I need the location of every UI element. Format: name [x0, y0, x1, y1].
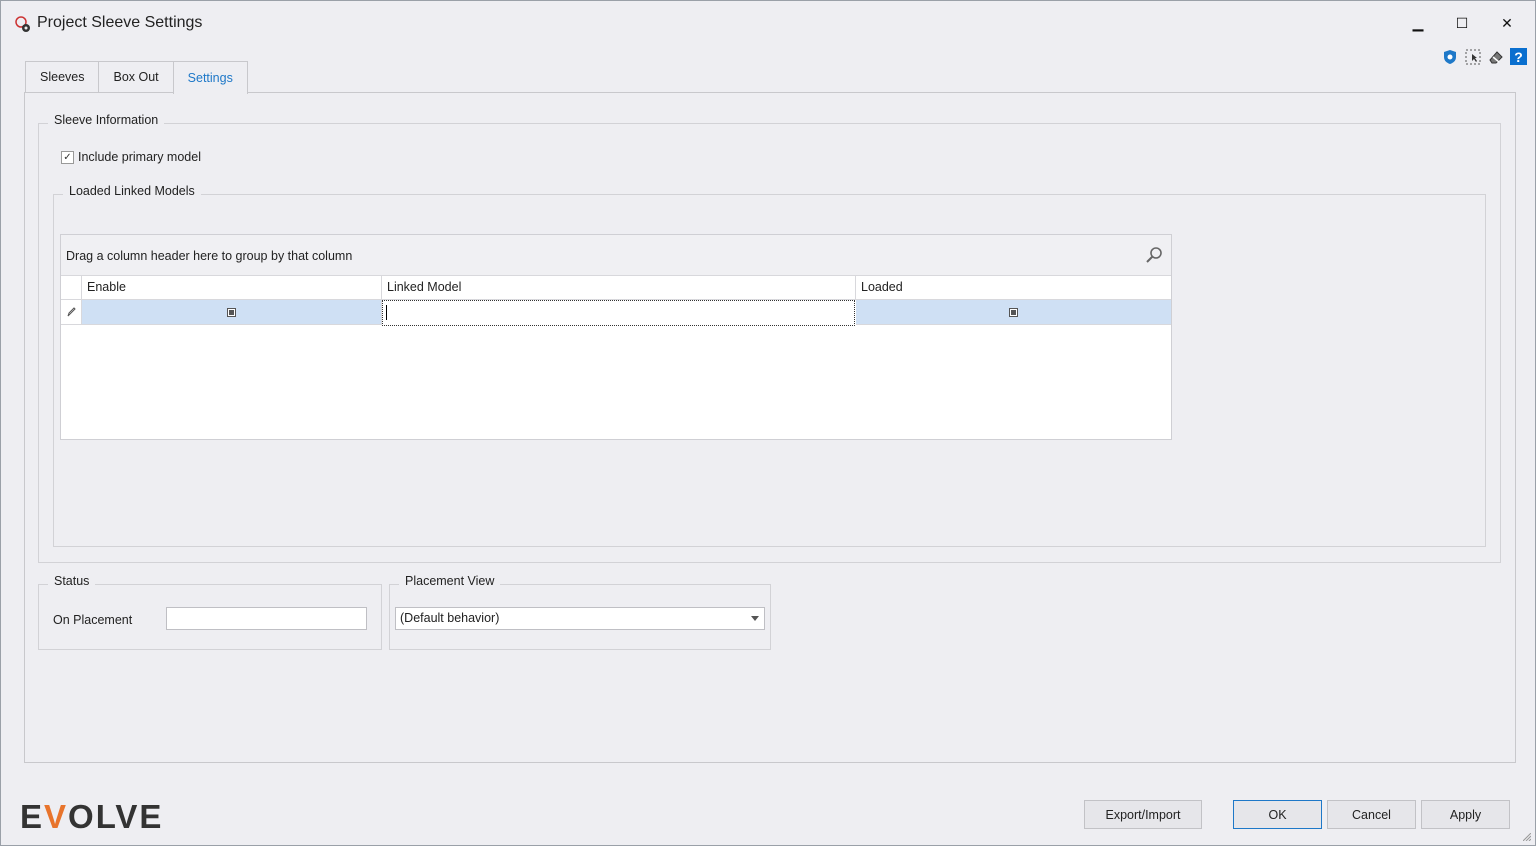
- status-legend: Status: [48, 574, 96, 588]
- linked-models-grid: Drag a column header here to group by th…: [60, 234, 1172, 440]
- include-primary-label: Include primary model: [78, 150, 201, 164]
- apply-button[interactable]: Apply: [1421, 800, 1510, 829]
- group-by-hint: Drag a column header here to group by th…: [66, 249, 353, 263]
- settings-tab-panel: Sleeve Information ✓ Include primary mod…: [24, 92, 1516, 763]
- on-placement-field[interactable]: [166, 607, 367, 630]
- include-primary-checkbox[interactable]: ✓: [61, 151, 74, 164]
- column-header-linked-model[interactable]: Linked Model: [382, 276, 856, 300]
- cell-enable[interactable]: [82, 300, 382, 325]
- close-icon: ✕: [1501, 14, 1513, 31]
- placement-view-dropdown[interactable]: (Default behavior): [395, 607, 765, 630]
- title-bar: Project Sleeve Settings ▁ ☐ ✕: [1, 1, 1535, 46]
- tab-box-out[interactable]: Box Out: [98, 61, 174, 92]
- group-by-panel[interactable]: Drag a column header here to group by th…: [61, 235, 1171, 276]
- app-gear-icon: [15, 16, 30, 32]
- minimize-icon: ▁: [1412, 14, 1424, 31]
- cell-linked-model-editor[interactable]: [382, 300, 855, 326]
- cell-loaded[interactable]: [856, 300, 1171, 325]
- on-placement-label: On Placement: [53, 613, 133, 627]
- export-import-button[interactable]: Export/Import: [1084, 800, 1202, 829]
- select-icon[interactable]: [1464, 48, 1481, 65]
- shield-icon[interactable]: [1441, 48, 1458, 65]
- edit-pencil-icon: [67, 307, 76, 317]
- row-indicator[interactable]: [61, 300, 82, 325]
- row-indicator-header: [61, 276, 82, 300]
- status-group: Status On Placement: [38, 574, 382, 650]
- close-button[interactable]: ✕: [1492, 11, 1522, 35]
- enable-checkbox[interactable]: [227, 308, 236, 317]
- cancel-button[interactable]: Cancel: [1327, 800, 1416, 829]
- text-caret: [386, 305, 387, 320]
- placement-view-legend: Placement View: [399, 574, 501, 588]
- tab-settings[interactable]: Settings: [172, 61, 248, 94]
- tab-sleeves[interactable]: Sleeves: [25, 61, 100, 92]
- maximize-icon: ☐: [1455, 14, 1469, 31]
- chevron-down-icon: [751, 616, 759, 621]
- placement-view-selected: (Default behavior): [400, 611, 500, 625]
- toolbar-icons: ?: [1441, 48, 1527, 65]
- maximize-button[interactable]: ☐: [1447, 11, 1477, 35]
- help-icon[interactable]: ?: [1510, 48, 1527, 65]
- column-header-enable[interactable]: Enable: [82, 276, 382, 300]
- ok-button[interactable]: OK: [1233, 800, 1322, 829]
- minimize-button[interactable]: ▁: [1403, 11, 1433, 35]
- dialog-window: Project Sleeve Settings ▁ ☐ ✕ ? Sleeves …: [0, 0, 1536, 846]
- column-header-loaded[interactable]: Loaded: [856, 276, 1171, 300]
- eraser-icon[interactable]: [1487, 48, 1504, 65]
- search-icon[interactable]: [1145, 246, 1163, 264]
- resize-grip-icon[interactable]: [1523, 833, 1531, 841]
- loaded-checkbox[interactable]: [1009, 308, 1018, 317]
- sleeve-information-legend: Sleeve Information: [48, 113, 165, 127]
- window-title: Project Sleeve Settings: [37, 14, 203, 31]
- evolve-logo: EVOLVE: [20, 798, 164, 835]
- loaded-linked-models-legend: Loaded Linked Models: [63, 184, 201, 198]
- tab-strip: Sleeves Box Out Settings: [25, 61, 248, 94]
- placement-view-group: Placement View (Default behavior): [389, 574, 771, 650]
